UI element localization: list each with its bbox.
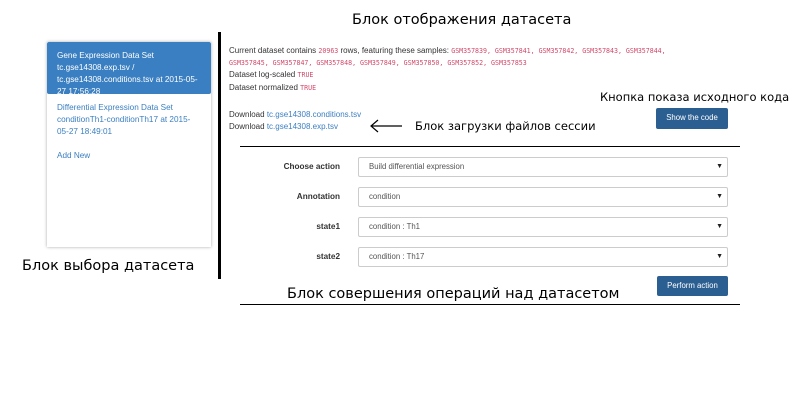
dataset-sidebar: Gene Expression Data Set tc.gse14308.exp…: [47, 42, 211, 247]
download-label: Download: [229, 122, 265, 131]
download-row-exp: Download tc.gse14308.exp.tsv: [229, 121, 361, 133]
download-row-conditions: Download tc.gse14308.conditions.tsv: [229, 109, 361, 121]
annotation-dataset-view: Блок отображения датасета: [352, 12, 572, 28]
show-code-button[interactable]: Show the code: [656, 108, 728, 129]
annotation-operations: Блок совершения операций над датасетом: [287, 286, 620, 302]
state2-label: state2: [316, 252, 340, 261]
downloads-block: Download tc.gse14308.conditions.tsv Down…: [229, 109, 361, 133]
rows-suffix: rows, featuring these samples:: [340, 46, 450, 55]
annotation-download: Блок загрузки файлов сессии: [415, 119, 596, 133]
download-exp-link[interactable]: tc.gse14308.exp.tsv: [267, 122, 338, 131]
normalized-label: Dataset normalized: [229, 82, 298, 92]
state2-select[interactable]: condition : Th17 ▼: [358, 247, 728, 267]
divider-top: [240, 146, 740, 147]
state1-select[interactable]: condition : Th1 ▼: [358, 217, 728, 237]
state1-value: condition : Th1: [369, 222, 421, 231]
state2-value: condition : Th17: [369, 252, 425, 261]
choose-action-value: Build differential expression: [369, 162, 465, 171]
samples-list-1: GSM357839, GSM357841, GSM357842, GSM3578…: [451, 47, 666, 55]
normalized-value: TRUE: [300, 83, 317, 92]
sidebar-item-add-new[interactable]: Add New: [47, 144, 211, 168]
annotation-dataset-select: Блок выбора датасета: [22, 258, 195, 274]
choose-action-select[interactable]: Build differential expression ▼: [358, 157, 728, 177]
download-conditions-link[interactable]: tc.gse14308.conditions.tsv: [267, 110, 361, 119]
log-scaled-value: TRUE: [297, 71, 314, 79]
log-scaled-label: Dataset log-scaled: [229, 70, 296, 79]
sidebar-item-differential-expression[interactable]: Differential Expression Data Set conditi…: [47, 94, 211, 144]
state1-label: state1: [316, 222, 340, 231]
caret-down-icon: ▼: [716, 253, 723, 260]
annotation-select[interactable]: condition ▼: [358, 187, 728, 207]
annotation-show-code: Кнопка показа исходного кода: [600, 90, 790, 104]
caret-down-icon: ▼: [716, 193, 723, 200]
choose-action-label: Choose action: [283, 162, 340, 171]
caret-down-icon: ▼: [716, 223, 723, 230]
dataset-info: Current dataset contains 20963 rows, fea…: [229, 45, 749, 94]
arrow-left-icon: [370, 119, 402, 133]
vertical-divider: [218, 32, 221, 279]
dataset-rows-line: Current dataset contains 20963 rows, fea…: [229, 45, 749, 58]
annotation-value: condition: [369, 192, 401, 201]
sidebar-item-gene-expression[interactable]: Gene Expression Data Set tc.gse14308.exp…: [47, 42, 211, 96]
rows-prefix: Current dataset contains: [229, 46, 317, 55]
log-scaled-line: Dataset log-scaled TRUE: [229, 69, 749, 82]
perform-action-button[interactable]: Perform action: [657, 276, 728, 296]
caret-down-icon: ▼: [716, 163, 723, 170]
annotation-label: Annotation: [296, 192, 340, 201]
divider-bottom: [240, 304, 740, 305]
rows-count: 20963: [318, 47, 339, 55]
samples-list-2: GSM357845, GSM357847, GSM357848, GSM3578…: [229, 58, 527, 67]
download-label: Download: [229, 110, 265, 119]
